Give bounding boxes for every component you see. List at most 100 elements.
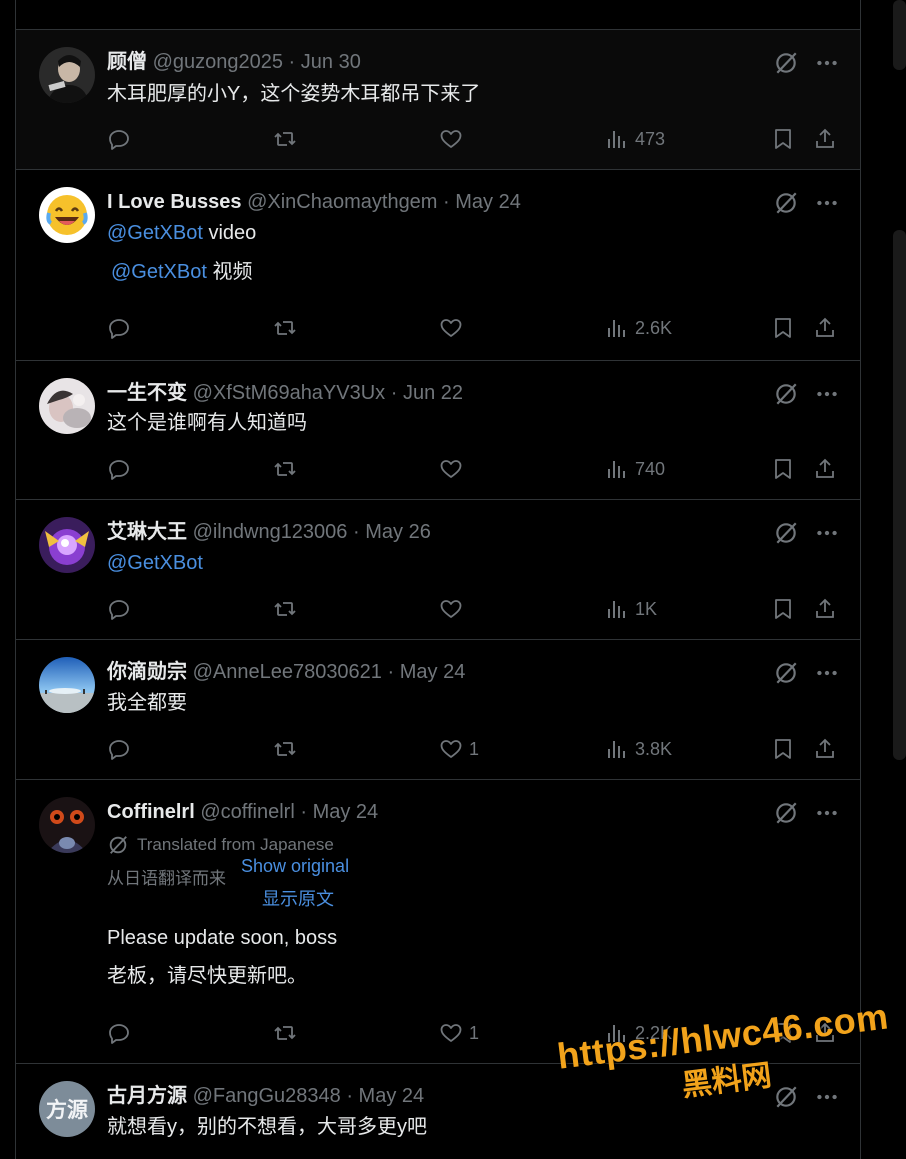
more-icon[interactable]: [813, 50, 841, 76]
display-name[interactable]: 你滴勋宗: [107, 661, 187, 683]
share-button[interactable]: [813, 734, 837, 764]
views-icon: [605, 597, 629, 621]
tweet[interactable]: 艾琳大王 @ilndwng123006 · May 26 @GetXBot 1K: [16, 500, 860, 640]
tweet[interactable]: 一生不变 @XfStM69ahaYV3Ux · Jun 22 这个是谁啊有人知道…: [16, 361, 860, 500]
grok-icon[interactable]: [773, 381, 799, 407]
action-bar: 473: [107, 124, 847, 154]
repost-button[interactable]: [273, 734, 303, 764]
views-button[interactable]: 740: [605, 454, 665, 484]
repost-icon: [273, 597, 297, 621]
bookmark-button[interactable]: [771, 734, 795, 764]
views-button[interactable]: 1K: [605, 594, 657, 624]
share-button[interactable]: [813, 313, 837, 343]
like-button[interactable]: [439, 313, 469, 343]
user-handle[interactable]: @ilndwng123006: [193, 521, 348, 543]
avatar[interactable]: 方源: [39, 1081, 95, 1137]
share-icon: [813, 127, 837, 151]
scrollbar-thumb[interactable]: [893, 230, 906, 760]
repost-button[interactable]: [273, 594, 303, 624]
views-button[interactable]: 2.6K: [605, 313, 672, 343]
tweet-date[interactable]: May 24: [359, 1085, 425, 1107]
tweet-date[interactable]: May 24: [400, 661, 466, 683]
views-button[interactable]: 3.8K: [605, 734, 672, 764]
tweet-date[interactable]: May 26: [365, 521, 431, 543]
like-button[interactable]: [439, 124, 469, 154]
like-button[interactable]: [439, 594, 469, 624]
tweet[interactable]: 顾僧 @guzong2025 · Jun 30 木耳肥厚的小Y，这个姿势木耳都吊…: [16, 30, 860, 170]
views-button[interactable]: 473: [605, 124, 665, 154]
bookmark-button[interactable]: [771, 594, 795, 624]
display-name[interactable]: Coffinelrl: [107, 801, 195, 823]
user-handle[interactable]: @coffinelrl: [200, 801, 294, 823]
user-handle[interactable]: @FangGu28348: [193, 1085, 341, 1107]
reply-button[interactable]: [107, 454, 137, 484]
avatar[interactable]: [39, 187, 95, 243]
repost-icon: [273, 737, 297, 761]
grok-icon[interactable]: [773, 520, 799, 546]
user-handle[interactable]: @XfStM69ahaYV3Ux: [193, 382, 386, 404]
reply-button[interactable]: [107, 313, 137, 343]
tweet-feed: 顾僧 @guzong2025 · Jun 30 木耳肥厚的小Y，这个姿势木耳都吊…: [15, 0, 861, 1159]
translation-rest: 视频: [212, 261, 253, 283]
like-button[interactable]: 1: [439, 1018, 479, 1048]
mention-link[interactable]: @GetXBot: [107, 222, 203, 244]
avatar[interactable]: [39, 657, 95, 713]
tweet-date[interactable]: Jun 30: [301, 51, 361, 73]
display-name[interactable]: 古月方源: [107, 1085, 187, 1107]
display-name[interactable]: 艾琳大王: [107, 521, 187, 543]
more-icon[interactable]: [813, 800, 841, 826]
tweet-date[interactable]: Jun 22: [403, 382, 463, 404]
reply-button[interactable]: [107, 594, 137, 624]
like-count: 1: [469, 738, 480, 759]
more-icon[interactable]: [813, 381, 841, 407]
grok-icon[interactable]: [773, 660, 799, 686]
more-icon[interactable]: [813, 660, 841, 686]
user-handle[interactable]: @XinChaomaythgem: [247, 191, 437, 213]
grok-icon[interactable]: [773, 800, 799, 826]
tweet-text-translation: 老板，请尽快更新吧。: [107, 965, 307, 987]
grok-icon[interactable]: [773, 190, 799, 216]
avatar[interactable]: [39, 378, 95, 434]
scrollbar-track[interactable]: [893, 0, 906, 70]
like-button[interactable]: 1: [439, 734, 479, 764]
display-name[interactable]: I Love Busses: [107, 191, 242, 213]
tweet[interactable]: I Love Busses @XinChaomaythgem · May 24 …: [16, 170, 860, 361]
repost-button[interactable]: [273, 313, 303, 343]
more-icon[interactable]: [813, 190, 841, 216]
show-original-cn-link[interactable]: 显示原文: [262, 888, 334, 910]
repost-button[interactable]: [273, 124, 303, 154]
tweet[interactable]: 你滴勋宗 @AnneLee78030621 · May 24 我全都要 1 3.8…: [16, 640, 860, 780]
user-handle[interactable]: @guzong2025: [153, 51, 283, 73]
display-name[interactable]: 一生不变: [107, 382, 187, 404]
mention-link[interactable]: @GetXBot: [107, 552, 203, 574]
reply-button[interactable]: [107, 734, 137, 764]
share-button[interactable]: [813, 594, 837, 624]
avatar[interactable]: [39, 47, 95, 103]
show-original-link[interactable]: Show original: [241, 855, 349, 877]
reply-button[interactable]: [107, 1018, 137, 1048]
avatar[interactable]: [39, 797, 95, 853]
translate-icon: [107, 834, 129, 856]
reply-button[interactable]: [107, 124, 137, 154]
tweet-date[interactable]: May 24: [313, 801, 379, 823]
more-icon[interactable]: [813, 520, 841, 546]
grok-icon[interactable]: [773, 50, 799, 76]
bookmark-button[interactable]: [771, 454, 795, 484]
display-name[interactable]: 顾僧: [107, 51, 147, 73]
tweet-text: Please update soon, boss: [107, 927, 338, 949]
avatar[interactable]: [39, 517, 95, 573]
translated-from: Translated from Japanese: [107, 834, 334, 856]
views-icon: [605, 737, 629, 761]
user-handle[interactable]: @AnneLee78030621: [193, 661, 382, 683]
share-button[interactable]: [813, 454, 837, 484]
repost-button[interactable]: [273, 454, 303, 484]
bookmark-button[interactable]: [771, 313, 795, 343]
repost-button[interactable]: [273, 1018, 303, 1048]
mention-link[interactable]: @GetXBot: [111, 261, 207, 283]
like-button[interactable]: [439, 454, 469, 484]
tweet-text: 这个是谁啊有人知道吗: [107, 412, 307, 434]
tweet-date[interactable]: May 24: [455, 191, 521, 213]
repost-icon: [273, 1021, 297, 1045]
bookmark-button[interactable]: [771, 124, 795, 154]
share-button[interactable]: [813, 124, 837, 154]
